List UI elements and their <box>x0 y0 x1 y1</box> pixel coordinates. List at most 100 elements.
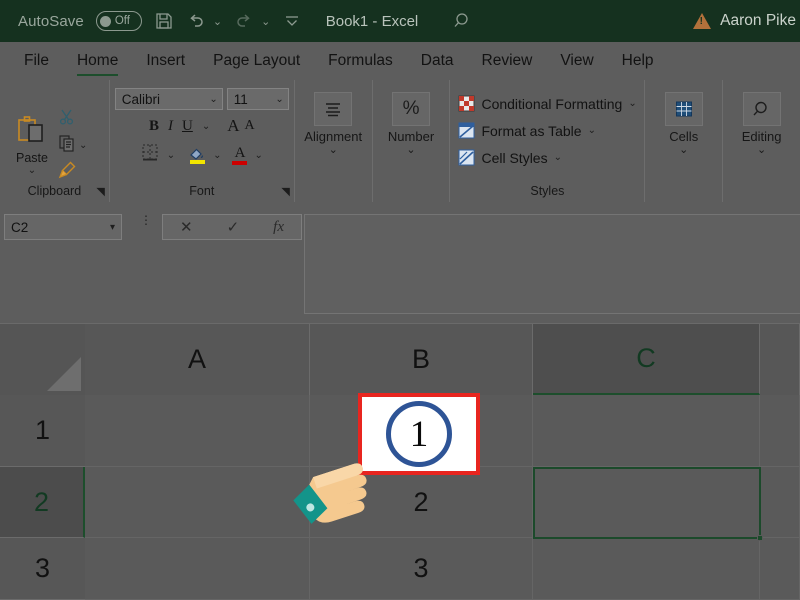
cell-c1[interactable] <box>533 395 760 467</box>
cell-styles-chevron-down-icon[interactable]: ⌄ <box>554 152 562 163</box>
quick-access-toolbar: AutoSave Off ⌄ ⌄ <box>0 11 302 31</box>
font-size-chevron-down-icon[interactable]: ⌄ <box>275 94 283 105</box>
cell-d3[interactable] <box>760 538 800 600</box>
ribbon-group-number[interactable]: % Number ⌄ <box>372 80 450 202</box>
formula-input[interactable] <box>304 214 800 314</box>
cell-c3[interactable] <box>533 538 760 600</box>
cell-a2[interactable] <box>85 467 310 538</box>
decrease-font-size-button[interactable]: A <box>245 118 255 134</box>
tab-home[interactable]: Home <box>63 42 132 80</box>
row-header-3[interactable]: 3 <box>0 538 85 600</box>
scissors-icon[interactable] <box>58 108 76 131</box>
search-icon[interactable] <box>452 10 474 32</box>
percent-icon[interactable]: % <box>392 92 430 126</box>
undo-chevron-down-icon[interactable]: ⌄ <box>213 15 222 28</box>
alignment-group-label: Alignment <box>304 129 362 144</box>
format-as-table-button[interactable]: Format as Table ⌄ <box>458 117 596 144</box>
tab-formulas[interactable]: Formulas <box>314 42 407 80</box>
paste-label: Paste <box>16 151 48 165</box>
font-color-button[interactable]: A <box>232 146 247 165</box>
font-name-combo[interactable]: Calibri ⌄ <box>115 88 223 110</box>
font-color-chevron-down-icon[interactable]: ⌄ <box>254 150 262 161</box>
insert-function-icon[interactable]: fx <box>273 219 284 236</box>
ribbon-group-editing[interactable]: Editing ⌄ <box>722 80 800 202</box>
tab-data[interactable]: Data <box>407 42 468 80</box>
tab-insert[interactable]: Insert <box>132 42 199 80</box>
redo-icon[interactable] <box>234 11 254 31</box>
cancel-x-icon[interactable]: ✕ <box>180 218 193 236</box>
cell-styles-button[interactable]: Cell Styles ⌄ <box>458 144 562 171</box>
alignment-icon[interactable] <box>314 92 352 126</box>
autosave-toggle[interactable]: Off <box>96 11 142 31</box>
underline-button[interactable]: U <box>182 118 193 135</box>
save-icon[interactable] <box>154 11 174 31</box>
editing-chevron-down-icon[interactable]: ⌄ <box>757 145 766 156</box>
paste-button[interactable]: Paste ⌄ <box>6 110 58 176</box>
font-dialog-launcher-icon[interactable]: ◥ <box>281 185 289 198</box>
name-box-chevron-down-icon[interactable]: ▾ <box>110 222 115 233</box>
increase-font-size-button[interactable]: A <box>227 116 239 136</box>
clipboard-dialog-launcher-icon[interactable]: ◥ <box>96 185 104 198</box>
undo-icon[interactable] <box>186 11 206 31</box>
column-header-a[interactable]: A <box>85 324 310 395</box>
font-color-swatch <box>232 161 247 165</box>
cell-a3[interactable] <box>85 538 310 600</box>
warning-icon[interactable] <box>693 13 711 29</box>
find-magnifier-icon[interactable] <box>743 92 781 126</box>
format-as-table-icon <box>458 122 475 139</box>
tab-file[interactable]: File <box>10 42 63 80</box>
borders-icon[interactable] <box>141 143 160 167</box>
bold-button[interactable]: B <box>149 118 159 135</box>
cell-d1[interactable] <box>760 395 800 467</box>
customize-quick-access-toolbar-icon[interactable] <box>282 11 302 31</box>
tab-view[interactable]: View <box>546 42 607 80</box>
paste-chevron-down-icon[interactable]: ⌄ <box>28 165 36 176</box>
cell-d2[interactable] <box>760 467 800 538</box>
ribbon-group-cells[interactable]: Cells ⌄ <box>644 80 722 202</box>
tab-review[interactable]: Review <box>468 42 547 80</box>
name-box[interactable]: C2 ▾ <box>4 214 122 240</box>
alignment-chevron-down-icon[interactable]: ⌄ <box>329 145 338 156</box>
underline-chevron-down-icon[interactable]: ⌄ <box>202 121 210 132</box>
clipboard-commands: ⌄ <box>58 102 87 184</box>
ribbon-group-font: Calibri ⌄ 11 ⌄ B I U ⌄ A A <box>109 80 294 202</box>
cell-c2[interactable] <box>533 467 760 538</box>
select-all-button[interactable] <box>0 324 85 395</box>
font-group-label: Font <box>110 184 294 198</box>
borders-chevron-down-icon[interactable]: ⌄ <box>167 150 175 161</box>
redo-chevron-down-icon[interactable]: ⌄ <box>261 15 270 28</box>
row-header-2[interactable]: 2 <box>0 467 85 538</box>
cells-chevron-down-icon[interactable]: ⌄ <box>679 145 688 156</box>
excel-window: AutoSave Off ⌄ ⌄ <box>0 0 800 600</box>
cell-b3[interactable]: 3 <box>310 538 533 600</box>
cells-insert-icon[interactable] <box>665 92 703 126</box>
fill-color-chevron-down-icon[interactable]: ⌄ <box>213 150 221 161</box>
row-header-1[interactable]: 1 <box>0 395 85 467</box>
user-name-label[interactable]: Aaron Pike <box>720 12 796 30</box>
tab-page-layout[interactable]: Page Layout <box>199 42 314 80</box>
clipboard-group-label: Clipboard <box>0 184 109 198</box>
enter-check-icon[interactable]: ✓ <box>227 218 240 236</box>
number-chevron-down-icon[interactable]: ⌄ <box>406 145 415 156</box>
ribbon-group-alignment[interactable]: Alignment ⌄ <box>294 80 372 202</box>
format-as-table-chevron-down-icon[interactable]: ⌄ <box>588 125 596 136</box>
autosave-label: AutoSave <box>18 13 84 30</box>
number-group-label: Number <box>388 129 434 144</box>
tab-help[interactable]: Help <box>608 42 668 80</box>
ribbon-tab-bar: File Home Insert Page Layout Formulas Da… <box>0 42 800 80</box>
fill-color-button[interactable] <box>188 146 206 164</box>
font-name-chevron-down-icon[interactable]: ⌄ <box>209 94 217 105</box>
italic-button[interactable]: I <box>168 118 173 135</box>
cell-a1[interactable] <box>85 395 310 467</box>
format-painter-icon[interactable] <box>58 160 77 184</box>
column-header-c[interactable]: C <box>533 324 760 395</box>
column-header-b[interactable]: B <box>310 324 533 395</box>
conditional-formatting-chevron-down-icon[interactable]: ⌄ <box>628 98 636 109</box>
copy-chevron-down-icon[interactable]: ⌄ <box>79 140 87 151</box>
conditional-formatting-button[interactable]: Conditional Formatting ⌄ <box>458 90 636 117</box>
copy-icon[interactable] <box>58 134 76 157</box>
column-header-d[interactable] <box>760 324 800 395</box>
font-size-combo[interactable]: 11 ⌄ <box>227 88 289 110</box>
conditional-formatting-icon <box>458 95 475 112</box>
formula-bar-area: C2 ▾ ⋮ ✕ ✓ fx <box>0 202 800 324</box>
